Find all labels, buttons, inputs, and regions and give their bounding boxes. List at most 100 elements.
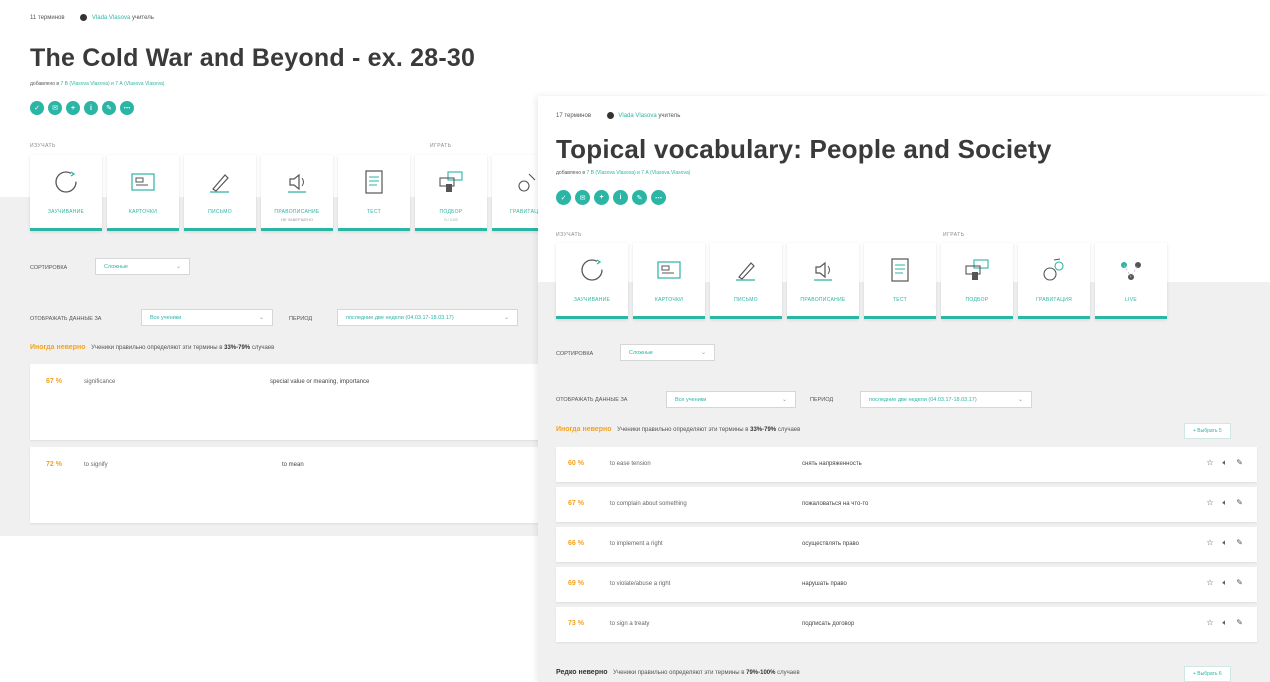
- group-desc: Ученики правильно определяют эти термины…: [91, 345, 223, 351]
- mode-match[interactable]: ПОДБОР 0 / 1:02: [415, 155, 487, 231]
- star-icon[interactable]: ☆: [1206, 498, 1213, 508]
- info-icon[interactable]: i: [613, 190, 628, 205]
- row-term: to sign a treaty: [610, 621, 650, 627]
- mode-label: ТЕСТ: [892, 297, 908, 303]
- add-icon[interactable]: +: [594, 190, 609, 205]
- mode-write[interactable]: ПИСЬМО: [184, 155, 256, 231]
- share-icon[interactable]: ✉: [575, 190, 590, 205]
- edit-icon[interactable]: ✎: [1236, 538, 1243, 548]
- left-page: 11 терминов Vlada Vlasova учитель The Co…: [0, 0, 560, 536]
- share-icon[interactable]: ✉: [48, 101, 62, 115]
- row-percent: 72 %: [46, 461, 62, 468]
- test-icon: [359, 169, 389, 195]
- mode-learn[interactable]: ЗАУЧИВАНИЕ: [30, 155, 102, 231]
- added-to: добавлено в 7 В (Vlasova Vlasova) и 7 А …: [30, 81, 164, 87]
- mode-live[interactable]: LIVE: [1095, 243, 1167, 319]
- speaker-icon: [808, 257, 838, 283]
- period-select[interactable]: последние две недели (04.03.17-18.03.17)…: [860, 391, 1032, 408]
- row-term: significance: [84, 379, 116, 385]
- star-icon[interactable]: ☆: [1206, 458, 1213, 468]
- term-count: 17 терминов: [556, 113, 592, 120]
- group-range: 33%-79%: [224, 345, 251, 351]
- mode-spell[interactable]: ПРАВОПИСАНИЕ НЕ ЗАВЕРШЕНО: [261, 155, 333, 231]
- students-select[interactable]: Все ученики ⌄: [141, 309, 273, 326]
- chevron-down-icon: ⌄: [781, 397, 787, 403]
- table-row: 69 % to violate/abuse a right нарушать п…: [556, 567, 1257, 602]
- sort-select[interactable]: Сложные ⌄: [620, 344, 715, 361]
- term-count: 11 терминов: [30, 15, 65, 22]
- table-row: 72 % to signify to mean: [30, 447, 560, 523]
- students-select[interactable]: Все ученики ⌄: [666, 391, 796, 408]
- edit-icon[interactable]: ✎: [1236, 458, 1243, 468]
- period-select[interactable]: последние две недели (04.03.17-18.03.17)…: [337, 309, 518, 326]
- sort-value: Сложные: [629, 349, 653, 356]
- mode-learn[interactable]: ЗАУЧИВАНИЕ: [556, 243, 628, 319]
- row-term: to complain about something: [610, 501, 687, 507]
- group-title: Редко неверно: [556, 669, 608, 676]
- check-icon[interactable]: ✓: [556, 190, 571, 205]
- edit-icon[interactable]: ✎: [102, 101, 116, 115]
- sort-label: СОРТИРОВКА: [556, 351, 594, 357]
- flashcards-icon: [128, 169, 158, 195]
- row-definition: нарушать право: [802, 581, 847, 587]
- author-link[interactable]: Vlada Vlasova: [92, 15, 130, 21]
- audio-icon[interactable]: 🔈︎: [1222, 578, 1227, 588]
- added-prefix: добавлено в: [556, 170, 586, 176]
- pencil-icon: [205, 169, 235, 195]
- group-range: 79%-100%: [746, 670, 776, 676]
- mode-flashcards[interactable]: КАРТОЧКИ: [107, 155, 179, 231]
- row-actions: ☆ 🔈︎ ✎: [1206, 618, 1243, 628]
- audio-icon[interactable]: 🔈︎: [1222, 538, 1227, 548]
- star-icon[interactable]: ☆: [1206, 618, 1213, 628]
- more-icon[interactable]: ⋯: [120, 101, 134, 115]
- edit-icon[interactable]: ✎: [632, 190, 647, 205]
- row-actions: ☆ 🔈︎ ✎: [1206, 538, 1243, 548]
- mode-match[interactable]: ПОДБОР: [941, 243, 1013, 319]
- mode-gravity[interactable]: ГРАВИТАЦИЯ: [1018, 243, 1090, 319]
- period-label: ПЕРИОД: [289, 316, 313, 322]
- mode-test[interactable]: ТЕСТ: [338, 155, 410, 231]
- learn-icon: [577, 257, 607, 283]
- students-value: Все ученики: [675, 396, 707, 403]
- table-row: 60 % to ease tension снять напряженность…: [556, 447, 1257, 482]
- author-role: учитель: [658, 113, 681, 120]
- mode-write[interactable]: ПИСЬМО: [710, 243, 782, 319]
- mode-label: ПРАВОПИСАНИЕ: [274, 209, 320, 215]
- mode-test[interactable]: ТЕСТ: [864, 243, 936, 319]
- class-links[interactable]: 7 В (Vlasova Vlasova) и 7 А (Vlasova Vla…: [60, 81, 164, 87]
- class-links[interactable]: 7 В (Vlasova Vlasova) и 7 А (Vlasova Vla…: [586, 170, 690, 176]
- gravity-icon: [1039, 257, 1069, 283]
- author-link[interactable]: Vlada Vlasova: [618, 113, 656, 119]
- check-icon[interactable]: ✓: [30, 101, 44, 115]
- choose-button[interactable]: + Выбрать 5: [1184, 423, 1231, 439]
- learn-icon: [51, 169, 81, 195]
- edit-icon[interactable]: ✎: [1236, 618, 1243, 628]
- audio-icon[interactable]: 🔈︎: [1222, 498, 1227, 508]
- sort-select[interactable]: Сложные ⌄: [95, 258, 190, 275]
- add-icon[interactable]: +: [66, 101, 80, 115]
- edit-icon[interactable]: ✎: [1236, 498, 1243, 508]
- mode-flashcards[interactable]: КАРТОЧКИ: [633, 243, 705, 319]
- mode-label: ПИСЬМО: [208, 209, 232, 215]
- mode-label: LIVE: [1124, 297, 1138, 303]
- row-actions: ☆ 🔈︎ ✎: [1206, 578, 1243, 588]
- row-definition: пожаловаться на что-то: [802, 501, 869, 507]
- mode-label: ЗАУЧИВАНИЕ: [47, 209, 85, 215]
- mode-label: КАРТОЧКИ: [654, 297, 684, 303]
- edit-icon[interactable]: ✎: [1236, 578, 1243, 588]
- row-percent: 73 %: [568, 620, 584, 627]
- table-row: 73 % to sign a treaty подписать договор …: [556, 607, 1257, 642]
- info-icon[interactable]: i: [84, 101, 98, 115]
- period-value: последние две недели (04.03.17-18.03.17): [869, 396, 977, 403]
- mode-spell[interactable]: ПРАВОПИСАНИЕ: [787, 243, 859, 319]
- group-sometimes-wrong: Иногда неверно Ученики правильно определ…: [30, 344, 274, 351]
- star-icon[interactable]: ☆: [1206, 578, 1213, 588]
- star-icon[interactable]: ☆: [1206, 538, 1213, 548]
- choose-button[interactable]: + Выбрать 6: [1184, 666, 1231, 682]
- audio-icon[interactable]: 🔈︎: [1222, 618, 1227, 628]
- more-icon[interactable]: ⋯: [651, 190, 666, 205]
- page-title: Topical vocabulary: People and Society: [556, 134, 1052, 164]
- audio-icon[interactable]: 🔈︎: [1222, 458, 1227, 468]
- table-row: 67 % significance special value or meani…: [30, 364, 560, 440]
- row-percent: 67 %: [46, 378, 62, 385]
